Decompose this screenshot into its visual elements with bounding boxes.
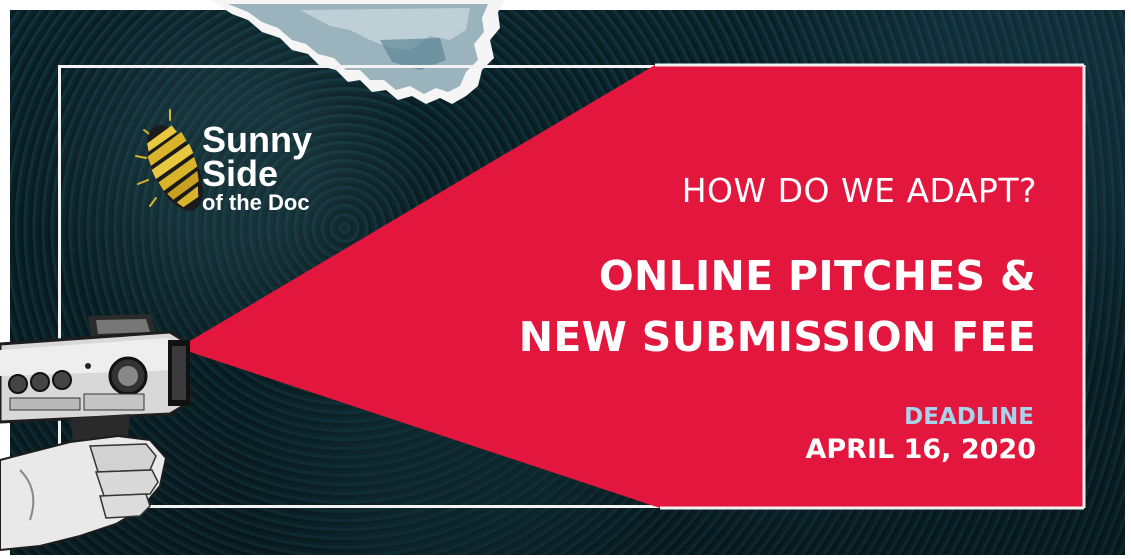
vintage-camera-illustration bbox=[0, 314, 192, 552]
sun-stripes-icon bbox=[135, 109, 203, 211]
banner: Sunny Side of the Doc HOW DO WE ADAPT? O… bbox=[0, 0, 1131, 559]
sunny-side-of-the-doc-logo: Sunny Side of the Doc bbox=[130, 108, 370, 228]
headline-line-1: ONLINE PITCHES & bbox=[598, 252, 1036, 300]
deadline-date: APRIL 16, 2020 bbox=[805, 434, 1036, 465]
headline-line-2: NEW SUBMISSION FEE bbox=[518, 313, 1036, 361]
logo-text-of-the-doc: of the Doc bbox=[202, 190, 310, 215]
question-heading: HOW DO WE ADAPT? bbox=[681, 171, 1037, 210]
logo-text-side: Side bbox=[202, 153, 279, 194]
deadline-label: DEADLINE bbox=[904, 404, 1034, 430]
